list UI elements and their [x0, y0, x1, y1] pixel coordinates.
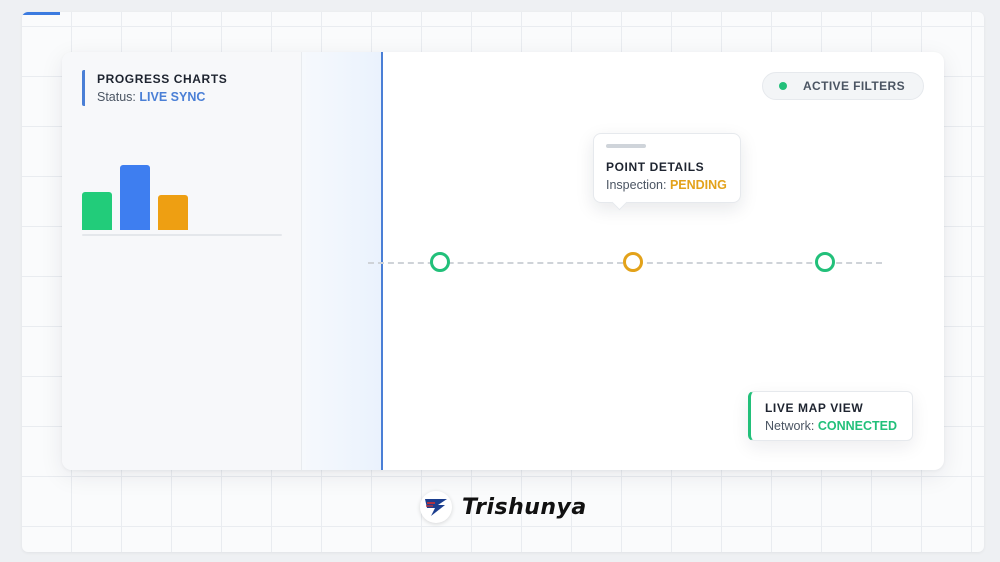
progress-header: PROGRESS CHARTS Status: LIVE SYNC — [82, 70, 227, 106]
route-point-3[interactable] — [815, 252, 835, 272]
canvas-background: PROGRESS CHARTS Status: LIVE SYNC ACTIVE… — [22, 12, 984, 552]
progress-panel: PROGRESS CHARTS Status: LIVE SYNC — [62, 52, 302, 470]
tooltip-handle — [606, 144, 646, 148]
status-dot-icon — [778, 82, 787, 90]
tooltip-status-label: Inspection: — [606, 178, 667, 192]
map-view-title: LIVE MAP VIEW — [765, 401, 864, 415]
brand-name: Trishunya — [462, 494, 587, 520]
progress-status: Status: LIVE SYNC — [97, 88, 227, 106]
trishunya-logo-icon — [420, 491, 452, 523]
map-edge-gradient — [302, 52, 382, 470]
tooltip-status-value: PENDING — [669, 178, 727, 192]
progress-title: PROGRESS CHARTS — [97, 72, 228, 86]
top-accent-bar — [22, 12, 60, 15]
progress-bar-amber[interactable] — [158, 195, 188, 230]
map-view-status-label: Network: — [765, 419, 815, 433]
live-map-view-card: LIVE MAP VIEW Network: CONNECTED — [748, 391, 913, 441]
map-view-status-value: CONNECTED — [817, 419, 897, 433]
chart-baseline — [82, 234, 282, 236]
route-point-1[interactable] — [430, 252, 450, 272]
active-filters-label: ACTIVE FILTERS — [802, 79, 905, 93]
progress-bar-chart — [82, 152, 282, 236]
map-view-status: Network: CONNECTED — [765, 417, 898, 435]
route-point-2[interactable] — [623, 252, 643, 272]
progress-bar-green[interactable] — [82, 192, 112, 230]
tooltip-title: POINT DETAILS — [606, 160, 705, 174]
progress-status-value: LIVE SYNC — [139, 90, 206, 104]
panel-divider — [381, 52, 383, 470]
point-details-tooltip: POINT DETAILS Inspection: PENDING — [593, 133, 741, 203]
progress-status-label: Status: — [97, 90, 136, 104]
progress-bar-blue[interactable] — [120, 165, 150, 230]
active-filters-button[interactable]: ACTIVE FILTERS — [761, 72, 924, 100]
brand-logo: Trishunya — [420, 490, 587, 524]
tooltip-status: Inspection: PENDING — [606, 176, 728, 194]
dashboard-card: PROGRESS CHARTS Status: LIVE SYNC ACTIVE… — [62, 52, 944, 470]
